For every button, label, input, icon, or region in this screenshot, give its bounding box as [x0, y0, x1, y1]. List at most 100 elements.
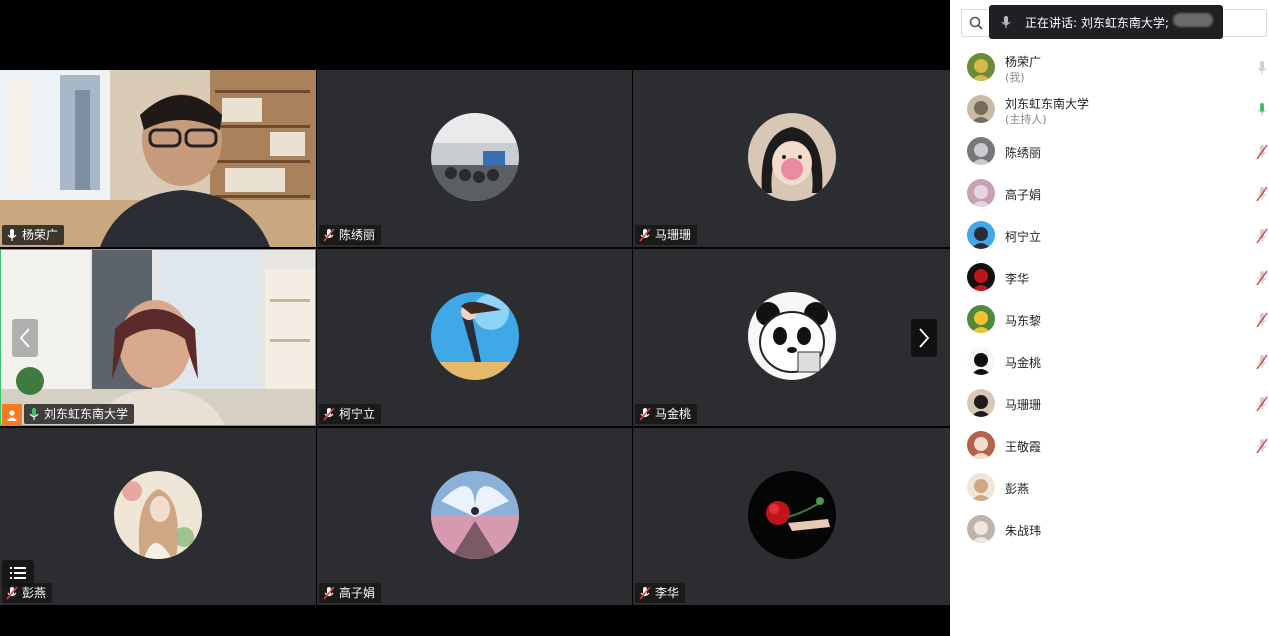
video-tile[interactable]: 李华: [633, 428, 950, 605]
avatar: [114, 470, 202, 559]
video-tile-self[interactable]: 杨荣广: [0, 70, 316, 247]
mic-icon: [7, 229, 17, 241]
avatar: [967, 431, 995, 459]
participant-name: 陈绣丽: [1005, 146, 1042, 160]
avatar: [430, 470, 519, 559]
tile-name-tag: 杨荣广: [2, 225, 65, 245]
tile-name: 马金桃: [655, 407, 692, 421]
participant-item[interactable]: 陈绣丽: [950, 131, 1269, 173]
tile-name: 杨荣广: [22, 228, 59, 242]
speaking-label: 正在讲话: 刘东虹东南大学;: [1025, 16, 1169, 30]
participant-item[interactable]: 马东黎: [950, 299, 1269, 341]
tile-name-tag: 马金桃: [635, 404, 698, 424]
video-tile[interactable]: 马金桃: [633, 249, 950, 426]
host-badge: [2, 404, 22, 426]
chevron-right-icon: [919, 328, 930, 348]
mic-muted-icon[interactable]: [1256, 270, 1268, 286]
tile-name: 陈绣丽: [339, 228, 376, 242]
participant-role: (我): [1005, 71, 1025, 84]
tile-name-tag: 柯宁立: [319, 404, 382, 424]
mic-muted-icon: [323, 586, 335, 600]
avatar: [967, 137, 995, 165]
participant-name: 高子娟: [1005, 188, 1042, 202]
next-page-button[interactable]: [911, 319, 937, 357]
mic-muted-icon[interactable]: [1256, 186, 1268, 202]
mic-muted-icon: [323, 407, 335, 421]
participant-item[interactable]: 刘东虹东南大学 (主持人): [950, 89, 1269, 131]
avatar: [967, 473, 995, 501]
person-icon: [7, 410, 17, 421]
avatar: [967, 53, 995, 81]
avatar: [430, 112, 519, 201]
mic-muted-icon: [639, 407, 651, 421]
prev-page-button[interactable]: [12, 319, 38, 357]
camera-feed: [0, 70, 316, 247]
avatar: [747, 291, 836, 380]
participant-item[interactable]: 朱战玮: [950, 509, 1269, 551]
participant-item[interactable]: 李华: [950, 257, 1269, 299]
tile-name-tag: 陈绣丽: [319, 225, 382, 245]
participant-item[interactable]: 高子娟: [950, 173, 1269, 215]
meeting-window: 杨荣广 陈绣丽 马珊珊 刘东虹东南大学 柯宁立 马金桃 彭燕 高子娟 李华 杨荣…: [0, 0, 1269, 636]
tile-name: 刘东虹东南大学: [44, 407, 129, 421]
layout-list-button[interactable]: [2, 560, 34, 586]
tile-name: 马珊珊: [655, 228, 692, 242]
mic-muted-icon: [6, 586, 18, 600]
participant-name: 马东黎: [1005, 314, 1042, 328]
participant-name: 马金桃: [1005, 356, 1042, 370]
mic-muted-icon[interactable]: [1256, 396, 1268, 412]
tile-name: 彭燕: [22, 586, 47, 600]
participant-item[interactable]: 彭燕: [950, 467, 1269, 509]
list-icon: [10, 567, 26, 579]
mic-muted-icon[interactable]: [1256, 144, 1268, 160]
participant-item[interactable]: 王敬霞: [950, 425, 1269, 467]
speaking-indicator: 正在讲话: 刘东虹东南大学;: [989, 5, 1223, 39]
avatar: [967, 347, 995, 375]
avatar: [747, 112, 836, 201]
participant-name: 彭燕: [1005, 482, 1030, 496]
participant-item[interactable]: 柯宁立: [950, 215, 1269, 257]
mic-icon[interactable]: [1256, 60, 1268, 76]
video-tile[interactable]: 陈绣丽: [317, 70, 632, 247]
mic-muted-icon: [639, 228, 651, 242]
mic-muted-icon[interactable]: [1256, 228, 1268, 244]
chevron-left-icon: [19, 328, 30, 348]
video-tile-active-speaker[interactable]: 刘东虹东南大学: [0, 249, 316, 426]
participant-name: 王敬霞: [1005, 440, 1042, 454]
camera-feed: [0, 249, 316, 426]
participant-item[interactable]: 杨荣广 (我): [950, 47, 1269, 89]
participants-panel: 杨荣广 (我) 刘东虹东南大学 (主持人) 陈绣丽高子娟柯宁立李华马东黎马金桃马珊珊王敬…: [950, 0, 1269, 636]
tile-name: 柯宁立: [339, 407, 376, 421]
avatar: [967, 95, 995, 123]
video-grid: 杨荣广 陈绣丽 马珊珊 刘东虹东南大学 柯宁立 马金桃 彭燕 高子娟 李华: [0, 70, 950, 605]
participant-name: 杨荣广: [1005, 55, 1042, 69]
mic-muted-icon[interactable]: [1256, 312, 1268, 328]
avatar: [967, 263, 995, 291]
tile-name-tag: 李华: [635, 583, 686, 603]
participant-name: 马珊珊: [1005, 398, 1042, 412]
participant-item[interactable]: 马珊珊: [950, 383, 1269, 425]
search-icon: [969, 16, 983, 30]
avatar: [967, 389, 995, 417]
mic-icon: [1001, 16, 1011, 28]
tile-name: 高子娟: [339, 586, 376, 600]
mic-icon: [29, 408, 39, 420]
tile-name-tag: 彭燕: [2, 583, 53, 603]
mic-muted-icon[interactable]: [1256, 438, 1268, 454]
redacted-name: [1172, 13, 1213, 27]
participant-item[interactable]: 马金桃: [950, 341, 1269, 383]
avatar: [430, 291, 519, 380]
video-tile[interactable]: 高子娟: [317, 428, 632, 605]
participant-name: 柯宁立: [1005, 230, 1042, 244]
video-area: 杨荣广 陈绣丽 马珊珊 刘东虹东南大学 柯宁立 马金桃 彭燕 高子娟 李华: [0, 0, 950, 636]
mic-icon[interactable]: [1256, 102, 1268, 118]
avatar: [967, 221, 995, 249]
video-tile[interactable]: 马珊珊: [633, 70, 950, 247]
avatar: [967, 179, 995, 207]
video-tile[interactable]: 柯宁立: [317, 249, 632, 426]
video-tile[interactable]: 彭燕: [0, 428, 316, 605]
mic-muted-icon: [323, 228, 335, 242]
mic-muted-icon[interactable]: [1256, 354, 1268, 370]
tile-name-tag: 高子娟: [319, 583, 382, 603]
participant-name: 刘东虹东南大学: [1005, 97, 1090, 111]
